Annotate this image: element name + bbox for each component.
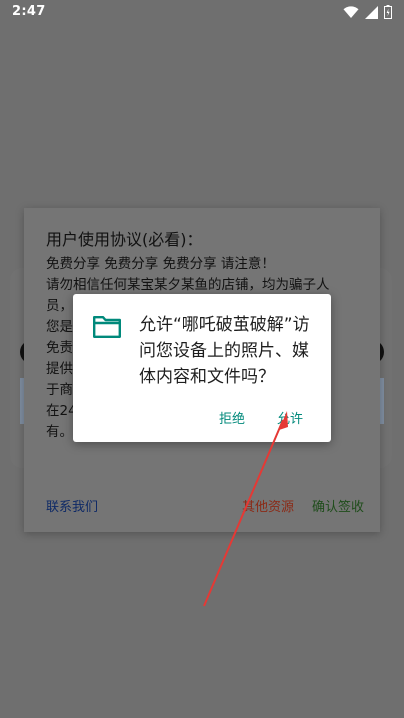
permission-dialog: 允许“哪吒破茧破解”访问您设备上的照片、媒体内容和文件吗？ 拒绝 允许 [73,294,331,442]
status-time: 2:47 [12,4,46,19]
agreement-line: 免费分享 免费分享 免费分享 请注意！ [46,256,275,272]
deny-button[interactable]: 拒绝 [219,408,245,427]
contact-us-button[interactable]: 联系我们 [46,496,98,515]
agreement-line: 请勿相信任何某宝某夕某鱼的店铺，均为骗子人 [46,277,330,293]
status-bar: 2:47 [0,0,404,24]
permission-message: 允许“哪吒破茧破解”访问您设备上的照片、媒体内容和文件吗？ [139,315,310,387]
status-icons [343,5,392,19]
other-resources-button[interactable]: 其他资源 [242,496,294,515]
folder-icon [93,316,121,338]
allow-button[interactable]: 允许 [277,408,303,427]
battery-icon [384,5,392,19]
confirm-accept-button[interactable]: 确认签收 [312,496,364,515]
signal-icon [365,5,378,19]
wifi-icon [343,5,359,18]
agreement-title: 用户使用协议(必看)： [46,230,203,249]
